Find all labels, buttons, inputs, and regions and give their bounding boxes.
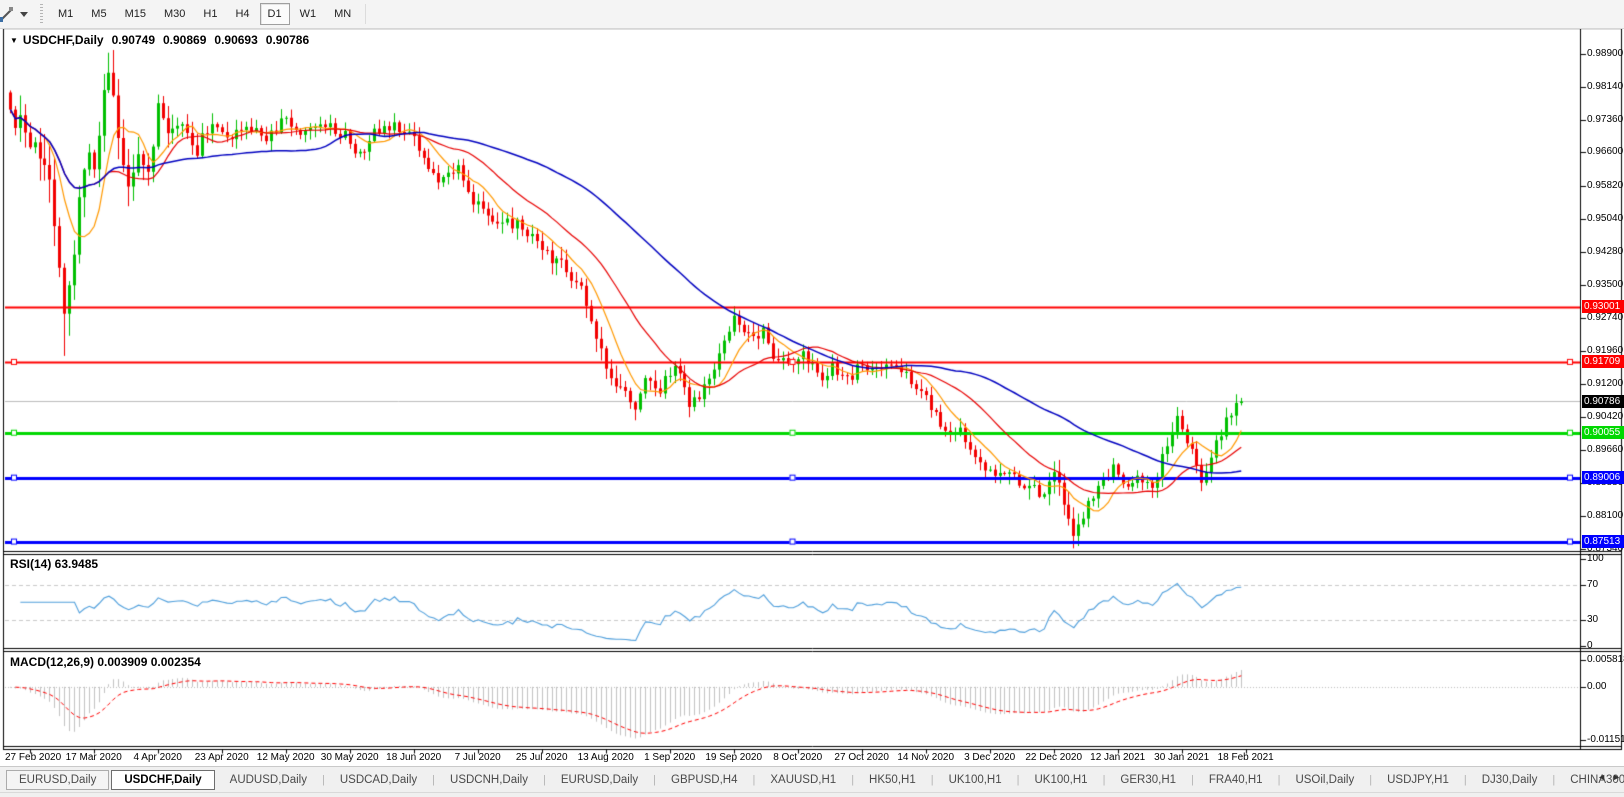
price-axis-label: 0.98900	[1587, 48, 1624, 59]
chart-tab-ger30-h1[interactable]: GER30,H1	[1107, 770, 1189, 790]
chart-tab-fra40-h1[interactable]: FRA40,H1	[1196, 770, 1276, 790]
price-axis-label: 0.91200	[1587, 377, 1624, 389]
ohlc-close: 0.90786	[265, 33, 310, 47]
macd-axis-label: 0.00	[1587, 680, 1607, 692]
date-axis-label: 1 Sep 2020	[644, 752, 696, 763]
chart-tab-uk100-h1[interactable]: UK100,H1	[1022, 770, 1101, 790]
date-axis-label: 30 Jan 2021	[1154, 752, 1210, 763]
macd-indicator-label: MACD(12,26,9) 0.003909 0.002354	[10, 655, 201, 669]
price-axis-label: 0.97360	[1587, 113, 1624, 125]
level-price-badge: 0.87513	[1582, 535, 1624, 549]
date-axis-label: 30 May 2020	[320, 752, 379, 763]
window-bottom-edge	[0, 792, 1624, 797]
price-axis-label: 0.96600	[1587, 146, 1624, 158]
trading-platform-window: M1 M5 M15 M30 H1 H4 D1 W1 MN ▼ USDCHF,Daily 0.9074…	[0, 0, 1624, 797]
date-axis-label: 19 Sep 2020	[705, 752, 763, 763]
toolbar-grip-handle[interactable]	[40, 4, 43, 24]
date-axis-label: 7 Jul 2020	[454, 752, 501, 763]
price-axis-label: 0.95040	[1587, 213, 1624, 225]
ohlc-low: 0.90693	[214, 33, 258, 47]
rsi-axis-label: 30	[1587, 613, 1599, 625]
date-axis-label: 12 May 2020	[256, 752, 315, 763]
chart-tab-usdcnh-daily[interactable]: USDCNH,Daily	[437, 770, 541, 790]
chart-title: ▼ USDCHF,Daily 0.90749 0.90869 0.90693 0.9078…	[10, 33, 309, 47]
price-axis-label: 0.98140	[1587, 80, 1624, 92]
date-axis-label: 27 Oct 2020	[834, 752, 889, 763]
chart-tab-dj30-daily[interactable]: DJ30,Daily	[1469, 770, 1551, 790]
price-axis-label: 0.95820	[1587, 179, 1624, 191]
rsi-axis-label: 100	[1587, 553, 1604, 564]
timeframe-button-m5[interactable]: M5	[83, 3, 114, 25]
current-price-badge: 0.90786	[1582, 394, 1624, 408]
collapse-triangle-icon[interactable]: ▼	[10, 36, 18, 45]
date-axis-label: 3 Dec 2020	[964, 752, 1016, 763]
timeframe-button-h1[interactable]: H1	[195, 3, 225, 25]
date-axis-label: 12 Jan 2021	[1090, 752, 1146, 763]
level-price-badge: 0.90055	[1582, 426, 1624, 440]
price-axis-label: 0.94280	[1587, 245, 1624, 257]
chart-tab-usoil-daily[interactable]: USOil,Daily	[1282, 770, 1367, 790]
chart-tab-xauusd-h1[interactable]: XAUUSD,H1	[757, 770, 849, 790]
date-axis-label: 18 Jun 2020	[386, 752, 442, 763]
chart-tab-usdchf-daily[interactable]: USDCHF,Daily	[111, 769, 215, 790]
macd-axis-label: -0.011514	[1587, 734, 1624, 745]
rsi-axis-label: 0	[1587, 639, 1593, 651]
chart-tab-hk50-h1[interactable]: HK50,H1	[856, 770, 929, 790]
date-axis-label: 14 Nov 2020	[897, 752, 955, 763]
level-price-badge: 0.93001	[1582, 300, 1624, 314]
tabs-scroll-right-icon[interactable]: ►	[1612, 772, 1621, 782]
macd-axis-label: 0.005818	[1587, 654, 1624, 665]
timeframe-button-w1[interactable]: W1	[292, 3, 325, 25]
rsi-axis-label: 70	[1587, 578, 1599, 590]
chart-tabs-bar: EURUSD,Daily USDCHF,Daily AUDUSD,Daily | USD…	[0, 766, 1624, 792]
ohlc-open: 0.90749	[111, 33, 155, 47]
ohlc-high: 0.90869	[163, 33, 207, 47]
drawing-tool-icon[interactable]	[0, 5, 15, 23]
chart-tab-gbpusd-h4[interactable]: GBPUSD,H4	[658, 770, 750, 790]
chart-tab-eurusd-daily[interactable]: EURUSD,Daily	[548, 770, 651, 790]
chart-symbol-period: USDCHF,Daily	[22, 33, 104, 47]
timeframe-button-d1[interactable]: D1	[259, 3, 290, 25]
chart-tab-audusd-daily[interactable]: AUDUSD,Daily	[217, 770, 320, 790]
chart-tab-usdjpy-h1[interactable]: USDJPY,H1	[1374, 770, 1462, 790]
date-axis-label: 8 Oct 2020	[773, 752, 823, 763]
date-axis-label: 13 Aug 2020	[577, 752, 634, 763]
timeframe-button-m30[interactable]: M30	[156, 3, 193, 25]
chart-tab-usdcad-daily[interactable]: USDCAD,Daily	[327, 770, 430, 790]
date-axis-label: 27 Feb 2020	[5, 752, 62, 763]
date-axis-label: 17 Mar 2020	[65, 752, 122, 763]
toolbar-separator	[365, 4, 367, 24]
level-price-badge: 0.89006	[1582, 471, 1624, 485]
dropdown-arrow-icon[interactable]	[20, 11, 28, 17]
chart-canvas[interactable]	[0, 0, 1624, 797]
date-axis-label: 25 Jul 2020	[515, 752, 568, 763]
price-axis-label: 0.92740	[1587, 311, 1624, 323]
price-axis-label: 0.90420	[1587, 411, 1624, 423]
chart-tab-eurusd-daily[interactable]: EURUSD,Daily	[6, 769, 110, 790]
date-axis-label: 4 Apr 2020	[133, 752, 182, 763]
date-axis-label: 22 Dec 2020	[1025, 752, 1083, 763]
timeframe-button-h4[interactable]: H4	[227, 3, 257, 25]
timeframe-button-m1[interactable]: M1	[50, 3, 81, 25]
chart-tab-uk100-h1[interactable]: UK100,H1	[936, 770, 1015, 790]
top-toolbar: M1 M5 M15 M30 H1 H4 D1 W1 MN	[0, 0, 1624, 29]
timeframe-button-m15[interactable]: M15	[117, 3, 154, 25]
tabs-scroll-left-icon[interactable]: ◄	[1597, 772, 1606, 782]
rsi-indicator-label: RSI(14) 63.9485	[10, 557, 99, 571]
date-axis-label: 18 Feb 2021	[1217, 752, 1274, 763]
price-axis-label: 0.93500	[1587, 279, 1624, 291]
timeframe-button-mn[interactable]: MN	[326, 3, 359, 25]
price-axis-label: 0.89660	[1587, 443, 1624, 455]
price-axis-label: 0.88100	[1587, 510, 1624, 522]
date-axis-label: 23 Apr 2020	[194, 752, 249, 763]
level-price-badge: 0.91709	[1582, 355, 1624, 369]
